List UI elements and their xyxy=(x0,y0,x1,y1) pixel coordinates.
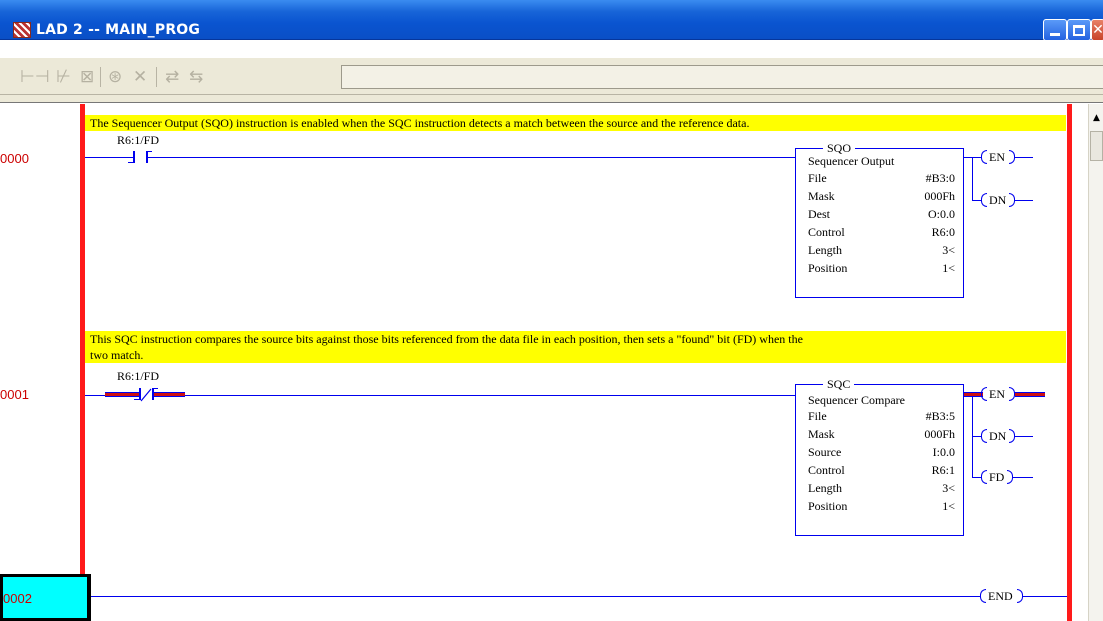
contact-address[interactable]: R6:1/FD xyxy=(117,133,159,148)
output-label: DN xyxy=(989,429,1007,443)
output-branch xyxy=(972,397,973,478)
scroll-up-arrow-icon[interactable]: ▲ xyxy=(1089,109,1103,127)
param-label: Dest xyxy=(808,207,830,221)
untest-edits-icon[interactable]: ⇆ xyxy=(189,67,203,87)
param-value[interactable]: #B3:5 xyxy=(926,409,955,423)
instruction-mnemonic: SQO xyxy=(823,141,856,155)
param-label: Mask xyxy=(808,189,835,203)
rung-wire xyxy=(1022,596,1067,597)
insert-branch-icon[interactable]: ⊢⊣ xyxy=(20,67,50,87)
param-label: Source xyxy=(808,445,842,459)
output-branch xyxy=(972,157,973,201)
param-value[interactable]: 000Fh xyxy=(924,189,955,203)
energized-wire xyxy=(105,392,141,397)
right-power-rail xyxy=(1067,104,1072,621)
contact-address[interactable]: R6:1/FD xyxy=(117,369,159,384)
rung-wire xyxy=(85,395,105,396)
close-button[interactable]: ✕ xyxy=(1091,19,1103,41)
contact-tick xyxy=(134,399,139,400)
instruction-title: Sequencer Output xyxy=(808,154,895,168)
energized-wire xyxy=(154,392,185,397)
toolbar-separator xyxy=(156,67,157,87)
delete-icon[interactable]: ✕ xyxy=(133,67,147,87)
param-label: Position xyxy=(808,499,848,513)
rung-number: 0002 xyxy=(3,591,32,606)
rung-comment[interactable]: The Sequencer Output (SQO) instruction i… xyxy=(85,115,1066,131)
param-value[interactable]: I:0.0 xyxy=(933,445,955,459)
output-wire xyxy=(972,436,981,437)
contact-tick xyxy=(147,151,152,152)
xic-contact[interactable] xyxy=(133,151,135,163)
accept-rung-icon[interactable]: ⊛ xyxy=(108,67,122,87)
param-value[interactable]: 3< xyxy=(942,481,955,495)
instruction-title: Sequencer Compare xyxy=(808,393,905,407)
output-label: FD xyxy=(989,470,1005,484)
output-wire xyxy=(1015,200,1033,201)
param-value[interactable]: R6:0 xyxy=(932,225,955,239)
param-value[interactable]: #B3:0 xyxy=(926,171,955,185)
param-value[interactable]: 000Fh xyxy=(924,427,955,441)
ladder-app-icon[interactable] xyxy=(13,22,31,38)
xio-slash xyxy=(140,388,152,402)
output-label: EN xyxy=(989,387,1005,401)
edit-toolbar: ⊢⊣ ⊬ ⊠ ⊛ ✕ ⇄ ⇆ xyxy=(0,58,1103,95)
param-label: Control xyxy=(808,463,845,477)
toolbar-bottom-strip xyxy=(0,95,1103,103)
rung-number[interactable]: 0000 xyxy=(0,151,29,166)
vertical-scrollbar[interactable]: ▲ xyxy=(1088,104,1103,621)
param-value[interactable]: 3< xyxy=(942,243,955,257)
window-title-bar[interactable]: LAD 2 -- MAIN_PROG ✕ xyxy=(0,0,1103,41)
param-value[interactable]: 1< xyxy=(942,261,955,275)
end-label: END xyxy=(988,589,1013,603)
address-input[interactable] xyxy=(341,65,1103,89)
instruction-mnemonic: SQC xyxy=(823,377,855,391)
test-edits-icon[interactable]: ⇄ xyxy=(165,67,179,87)
param-value[interactable]: 1< xyxy=(942,499,955,513)
output-wire xyxy=(972,477,981,478)
window-title: LAD 2 -- MAIN_PROG xyxy=(36,22,201,38)
contact-tick xyxy=(153,388,158,389)
scroll-thumb[interactable] xyxy=(1090,131,1103,161)
selected-rung-number[interactable]: 0002 xyxy=(0,574,91,621)
param-label: Length xyxy=(808,481,842,495)
contact-tick xyxy=(128,162,133,163)
sqc-instruction-box[interactable]: SQC Sequencer Compare File #B3:5 Mask 00… xyxy=(795,377,964,536)
param-value[interactable]: R6:1 xyxy=(932,463,955,477)
rung-number[interactable]: 0001 xyxy=(0,387,29,402)
output-wire xyxy=(1013,477,1033,478)
param-label: Length xyxy=(808,243,842,257)
edit-rung-icon[interactable]: ⊬ xyxy=(56,67,71,87)
maximize-icon xyxy=(1073,24,1085,36)
output-wire xyxy=(1015,436,1033,437)
toolbar-separator xyxy=(100,67,101,87)
rung-wire xyxy=(85,157,134,158)
param-label: File xyxy=(808,409,827,423)
output-wire xyxy=(1015,157,1033,158)
comment-line: This SQC instruction compares the source… xyxy=(90,332,803,346)
param-label: Control xyxy=(808,225,845,239)
rung-wire xyxy=(185,395,795,396)
rung-wire xyxy=(91,596,980,597)
comment-line: two match. xyxy=(90,348,144,362)
rung-wire xyxy=(148,157,795,158)
maximize-button[interactable] xyxy=(1067,19,1091,41)
param-label: Position xyxy=(808,261,848,275)
param-value[interactable]: O:0.0 xyxy=(928,207,955,221)
output-label: DN xyxy=(989,193,1007,207)
output-label: EN xyxy=(989,150,1005,164)
energized-wire xyxy=(1015,392,1045,397)
minimize-icon xyxy=(1050,32,1060,36)
param-label: Mask xyxy=(808,427,835,441)
sqo-instruction-box[interactable]: SQO Sequencer Output File #B3:0 Mask 000… xyxy=(795,141,964,298)
param-label: File xyxy=(808,171,827,185)
minimize-button[interactable] xyxy=(1043,19,1067,41)
rung-comment[interactable]: This SQC instruction compares the source… xyxy=(85,331,1066,363)
cancel-edits-icon[interactable]: ⊠ xyxy=(80,67,94,87)
output-wire xyxy=(972,200,981,201)
close-icon: ✕ xyxy=(1092,22,1103,38)
